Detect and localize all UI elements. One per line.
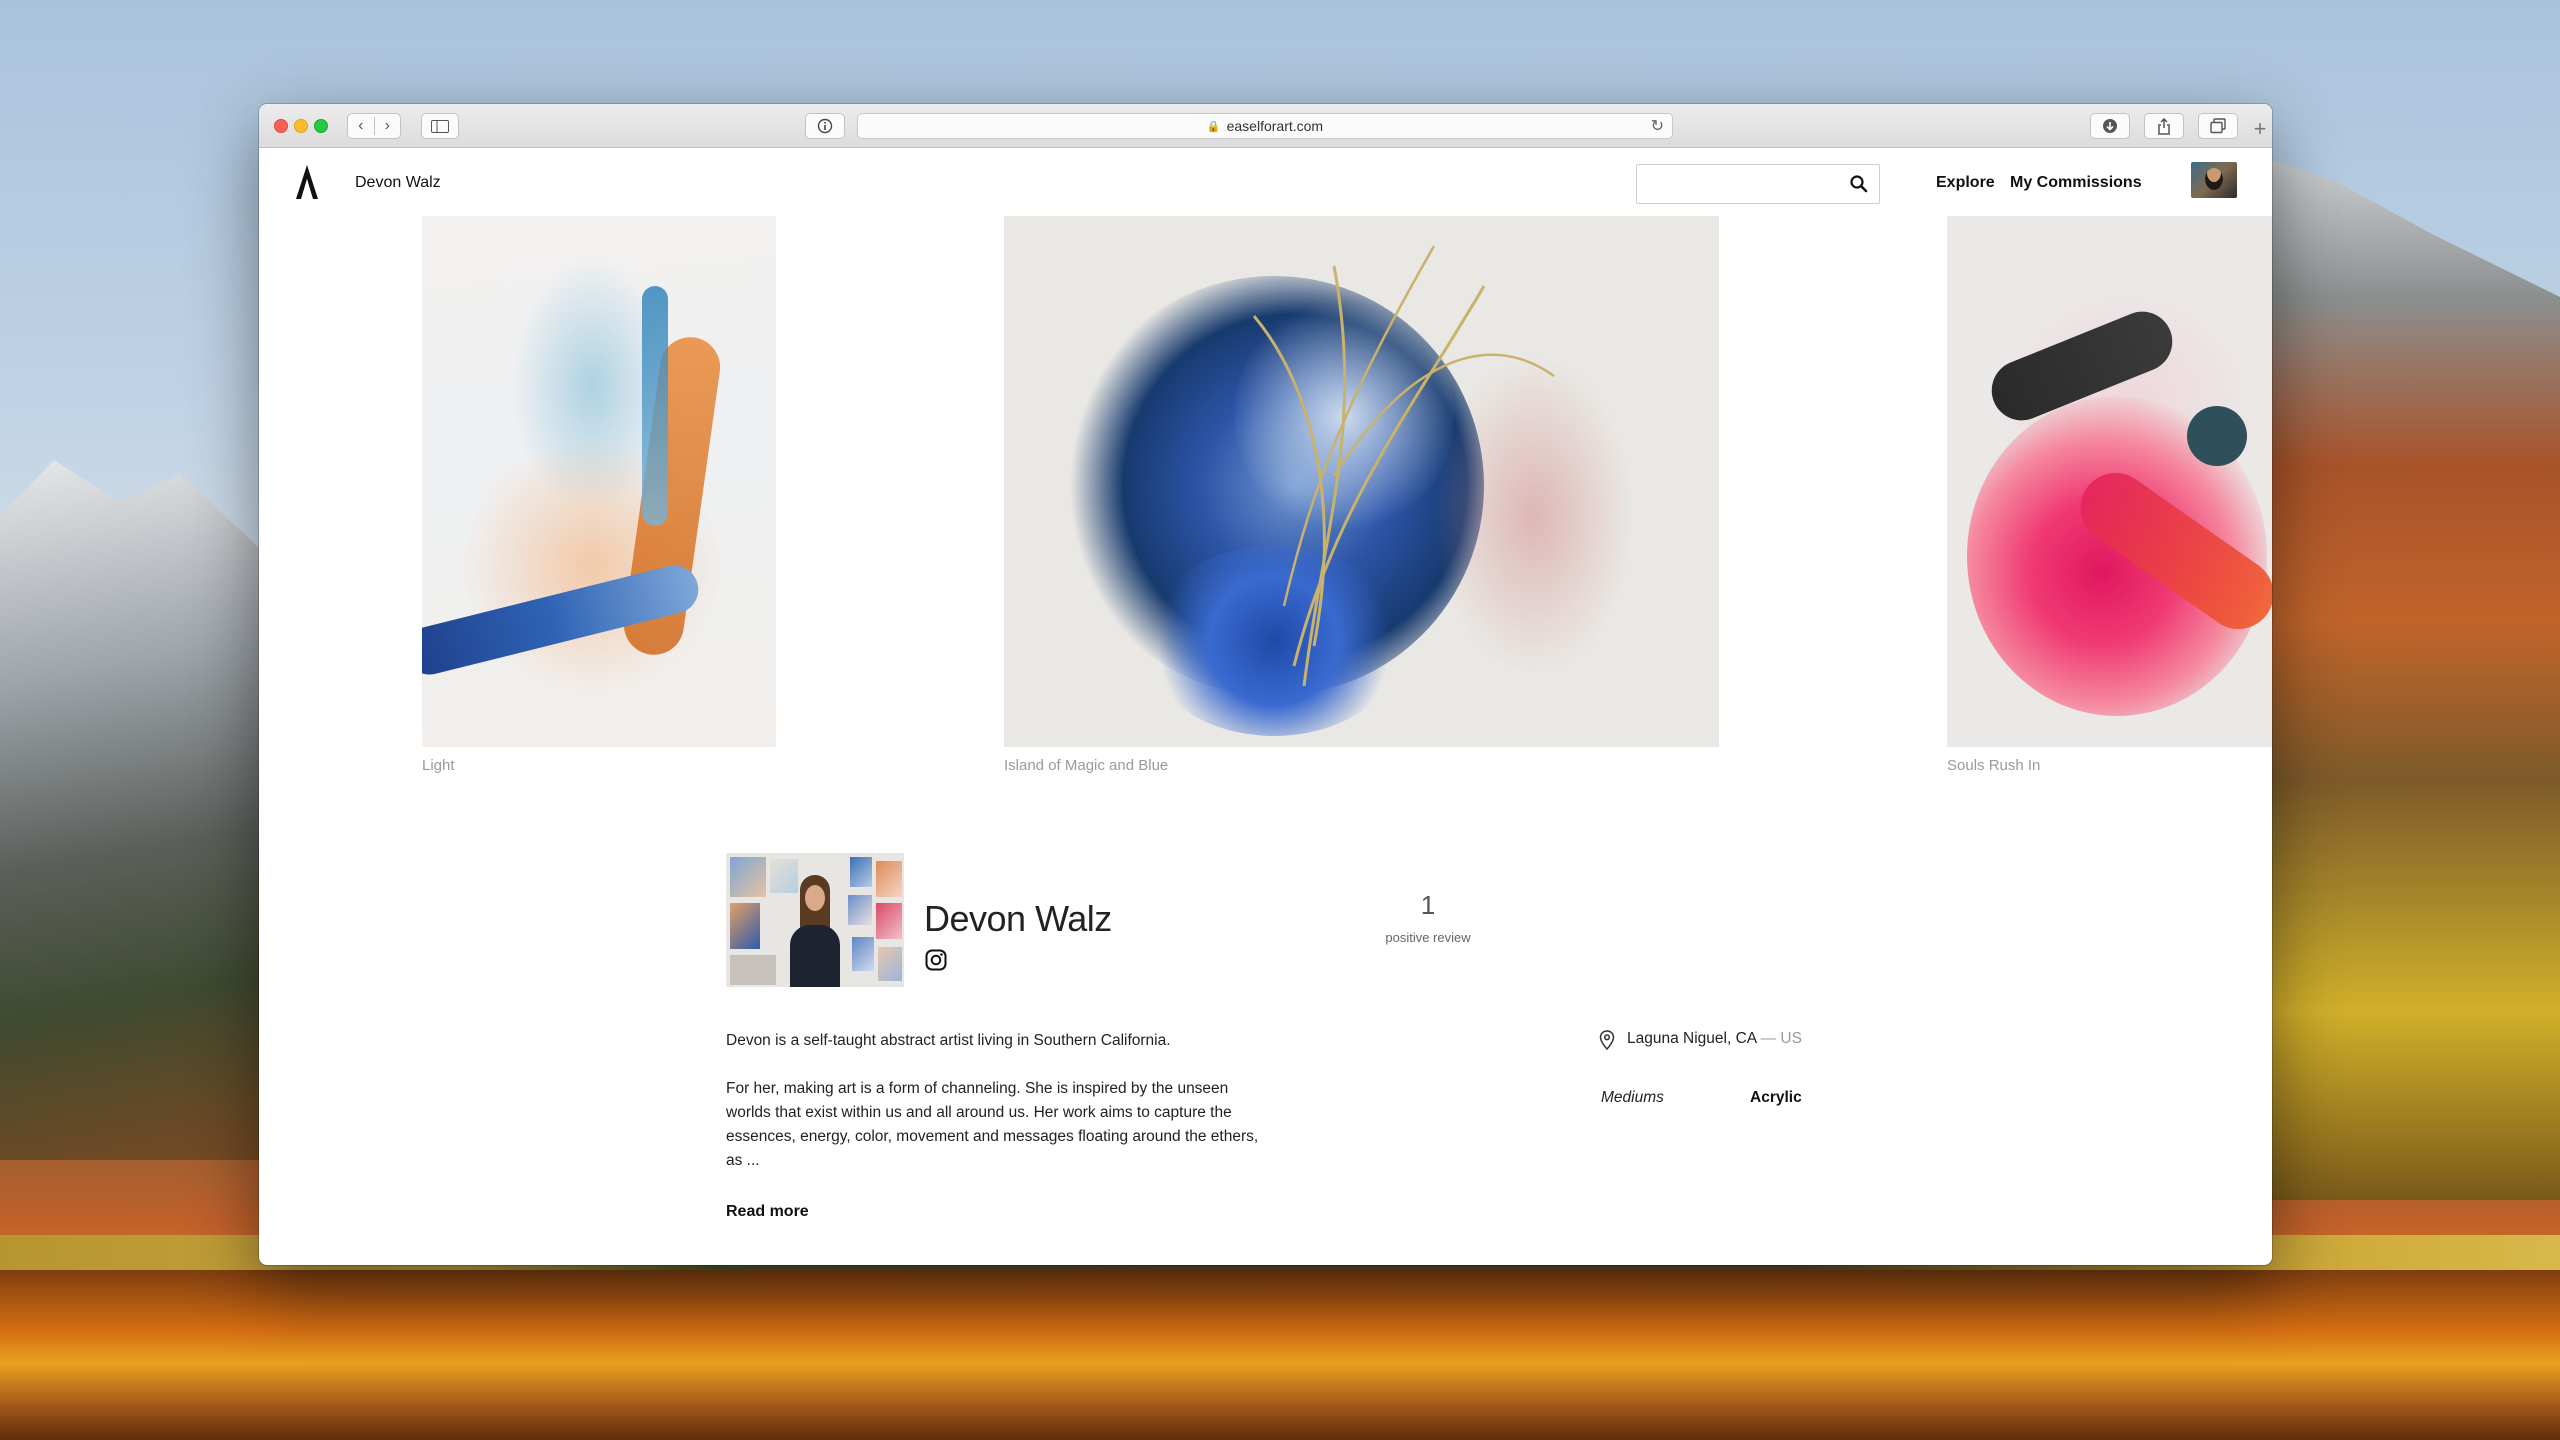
downloads-button[interactable] — [2090, 113, 2130, 139]
location-pin-icon — [1599, 1030, 1615, 1050]
new-tab-button[interactable]: + — [2247, 118, 2272, 144]
artwork-title[interactable]: Island of Magic and Blue — [1004, 757, 1168, 774]
lock-icon: 🔒 — [1206, 120, 1221, 133]
window-maximize-button[interactable] — [314, 119, 328, 133]
positive-review-count[interactable]: 1 — [1388, 890, 1468, 921]
bio-paragraph: For her, making art is a form of channel… — [726, 1080, 1259, 1169]
search-box — [1636, 164, 1880, 204]
user-avatar[interactable] — [2191, 162, 2237, 198]
forward-button[interactable]: › — [373, 117, 401, 135]
artwork-title[interactable]: Light — [422, 757, 455, 774]
history-nav-group: ‹ › — [347, 113, 401, 139]
wallpaper-mountain-right — [2240, 150, 2560, 1200]
address-bar[interactable]: 🔒 easelforart.com ↻ — [857, 113, 1673, 139]
url-text: easelforart.com — [1226, 118, 1324, 134]
artwork-title[interactable]: Souls Rush In — [1947, 757, 2040, 774]
window-close-button[interactable] — [274, 119, 288, 133]
location-country: — US — [1760, 1030, 1802, 1047]
nav-my-commissions-link[interactable]: My Commissions — [2010, 174, 2142, 192]
info-icon — [817, 118, 833, 134]
wallpaper-lake — [0, 1270, 2560, 1440]
window-minimize-button[interactable] — [294, 119, 308, 133]
download-icon — [2103, 119, 2117, 133]
artist-name: Devon Walz — [924, 898, 1112, 939]
instagram-icon[interactable] — [925, 949, 947, 971]
artist-header-name[interactable]: Devon Walz — [355, 174, 441, 192]
bio-paragraph: Devon is a self-taught abstract artist l… — [726, 1032, 1171, 1049]
show-tabs-button[interactable] — [2198, 113, 2238, 139]
artist-profile-photo — [726, 853, 904, 987]
search-icon[interactable] — [1849, 174, 1869, 194]
artwork-image-souls-rush-in[interactable] — [1947, 216, 2272, 747]
location-city: Laguna Niguel, CA — [1627, 1030, 1757, 1047]
artwork-image-island-of-magic-and-blue[interactable] — [1004, 216, 1719, 747]
browser-toolbar: ‹ › 🔒 easelforart.com ↻ + — [259, 104, 2272, 148]
wallpaper-mountain-left — [0, 460, 300, 1160]
share-icon — [2158, 117, 2170, 135]
read-more-link[interactable]: Read more — [726, 1203, 809, 1221]
mediums-label: Mediums — [1601, 1089, 1664, 1106]
easel-logo-icon[interactable] — [293, 164, 321, 200]
search-input[interactable] — [1637, 165, 1837, 203]
artist-bio: Devon is a self-taught abstract artist l… — [726, 1029, 1266, 1197]
reader-info-button[interactable] — [805, 113, 845, 139]
sidebar-icon — [431, 119, 449, 133]
browser-window: ‹ › 🔒 easelforart.com ↻ + Devon Walz Exp… — [259, 104, 2272, 1265]
back-button[interactable]: ‹ — [348, 117, 374, 135]
tabs-icon — [2210, 118, 2226, 134]
reload-icon[interactable]: ↻ — [1651, 116, 1664, 136]
site-header: Devon Walz Explore My Commissions — [259, 148, 2272, 220]
artwork-image-light[interactable] — [422, 216, 776, 747]
mediums-value[interactable]: Acrylic — [1750, 1089, 1802, 1107]
artist-location: Laguna Niguel, CA — US — [1627, 1030, 1802, 1048]
sidebar-toggle-button[interactable] — [421, 113, 459, 139]
share-button[interactable] — [2144, 113, 2184, 139]
positive-review-label: positive review — [1385, 930, 1471, 945]
nav-explore-link[interactable]: Explore — [1936, 174, 1995, 192]
